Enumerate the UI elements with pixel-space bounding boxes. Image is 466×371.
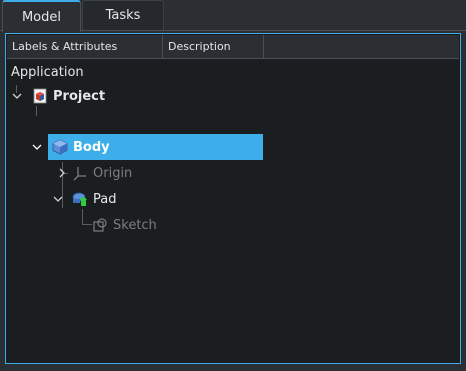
- tree-item-label: Origin: [93, 165, 133, 181]
- tree-view[interactable]: Labels & Attributes Description Applicat…: [5, 33, 461, 364]
- tab-bar: Model Tasks: [0, 0, 466, 32]
- pad-icon: [72, 192, 87, 206]
- project-document-icon: [33, 88, 47, 104]
- tree-item-label: Application: [11, 64, 84, 80]
- tree-item-label: Project: [53, 88, 106, 104]
- tree-body: Application Project Body Origin Pad Sket…: [6, 59, 460, 363]
- tree-root-application[interactable]: Application: [11, 59, 84, 85]
- chevron-right-icon[interactable]: [57, 168, 67, 178]
- chevron-down-icon[interactable]: [53, 194, 63, 204]
- tree-item-label: Body: [73, 139, 110, 155]
- tree-item-pad[interactable]: Pad: [6, 186, 266, 212]
- chevron-down-icon[interactable]: [32, 142, 42, 152]
- tree-item-origin[interactable]: Origin: [6, 160, 266, 186]
- tree-item-label: Pad: [93, 191, 117, 207]
- tree-item-sketch[interactable]: Sketch: [6, 212, 266, 238]
- tree-item-label: Sketch: [113, 217, 157, 233]
- tab-tasks[interactable]: Tasks: [82, 0, 164, 30]
- tree-header: Labels & Attributes Description: [7, 35, 459, 59]
- chevron-down-icon[interactable]: [12, 91, 22, 101]
- tree-item-project[interactable]: Project: [6, 83, 266, 109]
- body-icon: [52, 139, 68, 155]
- tree-item-body[interactable]: Body: [6, 134, 266, 160]
- column-header-description[interactable]: Description: [163, 35, 264, 58]
- sketch-icon: [93, 218, 107, 232]
- origin-axes-icon: [73, 167, 86, 181]
- column-header-labels[interactable]: Labels & Attributes: [7, 35, 163, 58]
- tab-model[interactable]: Model: [2, 0, 81, 32]
- model-panel: Model Tasks Labels & Attributes Descript…: [0, 0, 466, 371]
